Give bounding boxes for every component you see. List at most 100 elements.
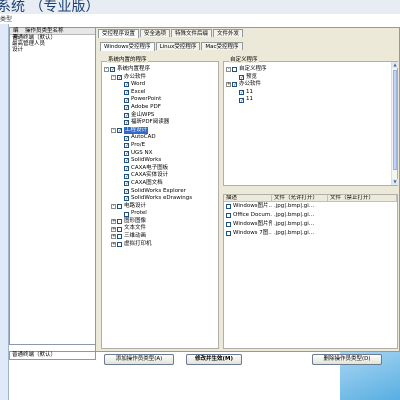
checkbox-unchecked-icon[interactable] [117,226,122,232]
checkbox-checked-icon[interactable]: ✓ [124,82,129,88]
expand-icon[interactable]: + [111,234,116,240]
checkbox-checked-icon[interactable]: ✓ [124,166,129,172]
column-header-description[interactable]: 描述 [224,195,272,201]
add-operator-type-button[interactable]: 添加操作员类型(A) [104,354,174,365]
scroll-thumb[interactable] [393,70,397,170]
sub-tab-bar: Windows受控程序 Linux受控程序 Mac受控程序 [100,42,244,51]
column-header-allow-open[interactable]: 文件（允许打开） [272,195,328,201]
checkbox-unchecked-icon[interactable] [117,219,122,225]
collapse-icon[interactable]: - [111,203,116,209]
tree-node[interactable]: - ✓ 办公软件 [104,74,216,82]
checkbox-checked-icon[interactable]: ✓ [239,74,244,80]
tree-node[interactable]: ✓ 11 [226,89,395,97]
checkbox-checked-icon[interactable]: ✓ [124,150,129,156]
checkbox-checked-icon[interactable]: ✓ [124,143,129,149]
tree-node[interactable]: ✓ CAXA图文档 [104,180,216,188]
checkbox-checked-icon[interactable]: ✓ [124,188,129,194]
checkbox-unchecked-icon[interactable] [117,203,122,209]
tab-special-extensions[interactable]: 特殊文件后缀 [171,29,213,37]
checkbox-checked-icon[interactable]: ✓ [124,120,129,126]
tree-node[interactable]: + 三维动画 [104,233,216,241]
table-row[interactable]: Windows图片... .jpg|.bmp|.gi... [224,202,397,211]
expand-icon[interactable]: + [111,226,116,232]
checkbox-checked-icon[interactable]: ✓ [117,74,122,80]
delete-operator-type-button[interactable]: 删除操作员类型(D) [312,354,382,365]
tree-node[interactable]: ✓ Excel [104,89,216,97]
tree-node[interactable]: + ✓ 办公软件 [226,81,395,89]
tree-node-label: 11 [246,96,253,103]
tree-node[interactable]: ✓ Word [104,81,216,89]
tab-windows-programs[interactable]: Windows受控程序 [100,42,155,51]
tab-file-outgoing[interactable]: 文件外发 [213,29,244,37]
save-and-apply-button[interactable]: 修改并生效(M) [186,354,242,365]
tree-node[interactable]: + 图形图像 [104,218,216,226]
checkbox-checked-icon[interactable]: ✓ [124,158,129,164]
checkbox-checked-icon[interactable]: ✓ [124,90,129,96]
checkbox-checked-icon[interactable]: ✓ [117,128,122,134]
collapse-icon[interactable]: - [226,67,231,73]
tree-node[interactable]: Protel [104,210,216,218]
tree-node[interactable]: ✓ AutoCAD [104,134,216,142]
custom-tree-scrollbar[interactable]: ▲ ▼ [391,62,398,185]
table-row[interactable]: Windows图片预览.jpg|.bmp|.gi... [224,220,397,229]
tree-node[interactable]: ✓ SolidWorks eDrawings [104,195,216,203]
scroll-up-icon[interactable]: ▲ [392,62,398,68]
checkbox-unchecked-icon[interactable] [232,67,237,73]
checkbox-checked-icon[interactable]: ✓ [124,105,129,111]
checkbox-checked-icon[interactable]: ✓ [124,181,129,187]
checkbox-unchecked-icon[interactable] [124,211,129,217]
custom-programs-group: 自定义程序 - 自定义程序 ✓ 预览 + ✓ 办公软件 ✓ 11 ✓ 11 ▲ ▼ [223,57,398,186]
checkbox-checked-icon[interactable]: ✓ [110,67,115,73]
tab-controlled-programs[interactable]: 受控程序设置 [98,29,140,38]
tree-node[interactable]: ✓ Adobe PDF [104,104,216,112]
tab-linux-programs[interactable]: Linux受控程序 [155,42,201,50]
table-header: 描述 文件（允许打开） 文件（禁止打开） [224,195,397,202]
tab-security-options[interactable]: 安全选项 [140,29,171,37]
tree-node-label: SolidWorks Explorer [131,187,186,194]
current-operator-type-field[interactable]: 普通终端（默认） [9,351,96,360]
operator-type-item[interactable]: 设计 [10,47,96,53]
collapse-icon[interactable]: - [111,128,116,134]
column-header-deny-open[interactable]: 文件（禁止打开） [328,195,397,201]
checkbox-checked-icon[interactable]: ✓ [124,112,129,118]
checkbox-unchecked-icon[interactable] [117,234,122,240]
table-row[interactable]: Office Docum... .jpg|.bmp|.gi... [224,211,397,220]
tree-node[interactable]: ✓ Pro/E [104,142,216,150]
tree-node[interactable]: - 电路设计 [104,203,216,211]
tree-node[interactable]: ✓ 福昕PDF阅读器 [104,119,216,127]
tree-node[interactable]: - ✓ 系统内置程序 [104,66,216,74]
tree-node[interactable]: ✓ 11 [226,96,395,104]
tree-node[interactable]: ✓ UGS NX [104,150,216,158]
checkbox-unchecked-icon[interactable] [226,222,231,227]
tree-node[interactable]: ✓ PowerPoint [104,96,216,104]
tree-node[interactable]: ✓ SolidWorks Explorer [104,188,216,196]
tree-node[interactable]: - 自定义程序 [226,66,395,74]
checkbox-unchecked-icon[interactable] [226,231,231,236]
checkbox-checked-icon[interactable]: ✓ [232,82,237,88]
expand-icon[interactable]: + [111,241,116,247]
tree-node[interactable]: + 文本文件 [104,225,216,233]
expand-icon[interactable]: + [111,219,116,225]
checkbox-unchecked-icon[interactable] [226,204,231,209]
checkbox-checked-icon[interactable]: ✓ [239,97,244,103]
checkbox-checked-icon[interactable]: ✓ [124,97,129,103]
collapse-icon[interactable]: - [111,74,116,80]
tree-node[interactable]: ✓ CAXA实体设计 [104,172,216,180]
checkbox-checked-icon[interactable]: ✓ [124,173,129,179]
tree-node[interactable]: + 虚拟打印机 [104,241,216,249]
deny-open-cell [328,220,397,229]
checkbox-checked-icon[interactable]: ✓ [124,135,129,141]
column-header-type-name[interactable]: 操作员类型名称 [22,28,64,34]
checkbox-checked-icon[interactable]: ✓ [124,196,129,202]
collapse-icon[interactable]: - [104,67,109,73]
tab-mac-programs[interactable]: Mac受控程序 [201,42,243,50]
checkbox-unchecked-icon[interactable] [226,213,231,218]
scroll-down-icon[interactable]: ▼ [392,179,398,185]
checkbox-unchecked-icon[interactable] [117,241,122,247]
tree-node[interactable]: - ✓ 工程设计 [104,126,216,135]
tree-node[interactable]: ✓ SolidWorks [104,157,216,165]
table-row[interactable]: Windows 7图... .jpg|.bmp|.gi... [224,229,397,238]
column-header-id[interactable]: 编号 [10,28,22,41]
checkbox-checked-icon[interactable]: ✓ [239,90,244,96]
expand-icon[interactable]: + [226,82,231,88]
